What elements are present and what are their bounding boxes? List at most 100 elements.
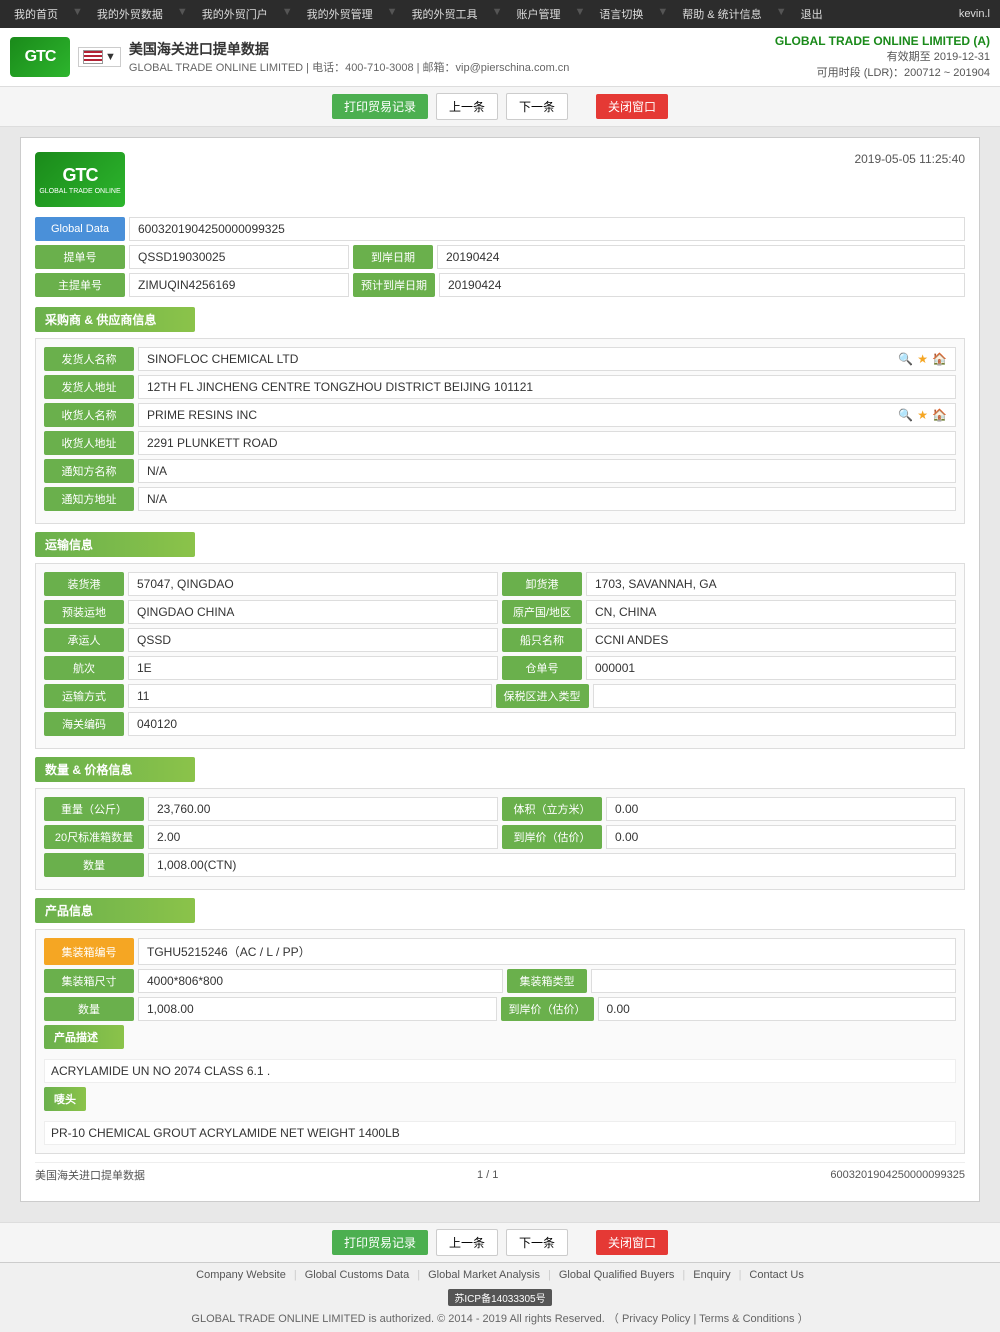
voyage-value: 1E [128,656,498,680]
consignee-addr-value: 2291 PLUNKETT ROAD [138,431,956,455]
bol-value: 000001 [586,656,956,680]
ports-row: 装货港 57047, QINGDAO 卸货港 1703, SAVANNAH, G… [44,572,956,596]
master-bill-value: ZIMUQIN4256169 [129,273,349,297]
top-nav: 我的首页 ▼ 我的外贸数据 ▼ 我的外贸门户 ▼ 我的外贸管理 ▼ 我的外贸工具… [0,0,1000,28]
nav-my-portal[interactable]: 我的外贸门户 [198,6,272,22]
product-block: 集装箱编号 TGHU5215246（AC / L / PP） 集装箱尺寸 400… [35,929,965,1154]
footer-link-company[interactable]: Company Website [196,1269,286,1281]
doc-logo-sub: GLOBAL TRADE ONLINE [39,188,120,195]
arrival-price-value: 0.00 [606,825,956,849]
consignee-name-row: 收货人名称 PRIME RESINS INC 🔍 ★ 🏠 [44,403,956,427]
shipper-star-icon[interactable]: ★ [917,352,928,366]
buyer-supplier-title: 采购商 & 供应商信息 [35,307,195,332]
nav-home[interactable]: 我的首页 [10,6,62,22]
footer-links: Company Website | Global Customs Data | … [10,1269,990,1281]
expiry-info: 有效期至 2019-12-31 [775,48,990,64]
bonded-value [593,684,957,708]
page-indicator: 1 / 1 [477,1169,498,1181]
twenty-ft-row: 20尺标准箱数量 2.00 到岸价（估价） 0.00 [44,825,956,849]
load-place-value: QINGDAO CHINA [128,600,498,624]
nav-help[interactable]: 帮助 & 统计信息 [678,6,765,22]
shipper-addr-value: 12TH FL JINCHENG CENTRE TONGZHOU DISTRIC… [138,375,956,399]
load-place-label: 预装运地 [44,600,124,624]
quantity-price-block: 重量（公斤） 23,760.00 体积（立方米） 0.00 20尺标准箱数量 2… [35,788,965,890]
footer-link-buyers[interactable]: Global Qualified Buyers [559,1269,675,1281]
doc-header: GTC GLOBAL TRADE ONLINE 2019-05-05 11:25… [35,152,965,207]
footer-link-market[interactable]: Global Market Analysis [428,1269,540,1281]
bill-no-label: 提单号 [35,245,125,269]
footer-icp: 苏ICP备14033305号 [10,1285,990,1306]
container-size-value: 4000*806*800 [138,969,503,993]
product-section: 产品信息 集装箱编号 TGHU5215246（AC / L / PP） 集装箱尺… [35,898,965,1154]
container-type-value [591,969,956,993]
shipper-home-icon[interactable]: 🏠 [932,352,947,366]
nav-account[interactable]: 账户管理 [512,6,564,22]
consignee-icons: 🔍 ★ 🏠 [898,408,947,422]
transport-block: 装货港 57047, QINGDAO 卸货港 1703, SAVANNAH, G… [35,563,965,749]
voyage-row: 航次 1E 仓单号 000001 [44,656,956,680]
bottom-toolbar: 打印贸易记录 上一条 下一条 关闭窗口 [0,1222,1000,1262]
vessel-label: 船只名称 [502,628,582,652]
load-port-label: 装货港 [44,572,124,596]
flag-selector[interactable]: ▼ [78,47,121,67]
us-flag-icon [83,50,103,64]
page-footer: Company Website | Global Customs Data | … [0,1262,1000,1332]
weight-value: 23,760.00 [148,797,498,821]
prod-quantity-value: 1,008.00 [138,997,497,1021]
customs-code-value: 040120 [128,712,956,736]
footer-link-customs[interactable]: Global Customs Data [305,1269,410,1281]
notify-addr-row: 通知方地址 N/A [44,487,956,511]
bottom-close-button[interactable]: 关闭窗口 [596,1230,668,1255]
logo: GTC [10,37,70,77]
global-data-value: 6003201904250000099325 [129,217,965,241]
top-toolbar: 打印贸易记录 上一条 下一条 关闭窗口 [0,87,1000,127]
top-nav-user: kevin.l [959,8,990,20]
print-button[interactable]: 打印贸易记录 [332,94,428,119]
prod-arrival-price-value: 0.00 [598,997,957,1021]
consignee-name-label: 收货人名称 [44,403,134,427]
carrier-label: 承运人 [44,628,124,652]
vessel-value: CCNI ANDES [586,628,956,652]
next-button[interactable]: 下一条 [506,93,568,120]
footer-link-contact[interactable]: Contact Us [749,1269,803,1281]
doc-logo: GTC GLOBAL TRADE ONLINE [35,152,125,207]
quantity-label: 数量 [44,853,144,877]
prev-button[interactable]: 上一条 [436,93,498,120]
bottom-bar-left: 美国海关进口提单数据 [35,1167,145,1183]
nav-my-data[interactable]: 我的外贸数据 [93,6,167,22]
volume-value: 0.00 [606,797,956,821]
consignee-star-icon[interactable]: ★ [917,408,928,422]
discharge-port-value: 1703, SAVANNAH, GA [586,572,956,596]
buyer-supplier-section: 采购商 & 供应商信息 发货人名称 SINOFLOC CHEMICAL LTD … [35,307,965,524]
consignee-home-icon[interactable]: 🏠 [932,408,947,422]
buyer-supplier-block: 发货人名称 SINOFLOC CHEMICAL LTD 🔍 ★ 🏠 发货人地址 … [35,338,965,524]
container-no-value: TGHU5215246（AC / L / PP） [138,938,956,965]
footer-link-enquiry[interactable]: Enquiry [693,1269,730,1281]
nav-my-mgmt[interactable]: 我的外贸管理 [303,6,377,22]
container-size-row: 集装箱尺寸 4000*806*800 集装箱类型 [44,969,956,993]
bottom-prev-button[interactable]: 上一条 [436,1229,498,1256]
nav-my-tools[interactable]: 我的外贸工具 [408,6,482,22]
consignee-addr-label: 收货人地址 [44,431,134,455]
bottom-next-button[interactable]: 下一条 [506,1229,568,1256]
bottom-bar-right: 6003201904250000099325 [830,1169,965,1181]
discharge-port-label: 卸货港 [502,572,582,596]
page-header: GTC ▼ 美国海关进口提单数据 GLOBAL TRADE ONLINE LIM… [0,28,1000,87]
nav-logout[interactable]: 退出 [797,6,827,22]
bottom-print-button[interactable]: 打印贸易记录 [332,1230,428,1255]
close-button[interactable]: 关闭窗口 [596,94,668,119]
transport-title: 运输信息 [35,532,195,557]
shipper-name-label: 发货人名称 [44,347,134,371]
shipper-search-icon[interactable]: 🔍 [898,352,913,366]
nav-lang[interactable]: 语言切换 [595,6,647,22]
product-desc-value: ACRYLAMIDE UN NO 2074 CLASS 6.1 . [44,1059,956,1083]
quantity-value: 1,008.00(CTN) [148,853,956,877]
shipper-addr-row: 发货人地址 12TH FL JINCHENG CENTRE TONGZHOU D… [44,375,956,399]
consignee-search-icon[interactable]: 🔍 [898,408,913,422]
load-place-row: 预装运地 QINGDAO CHINA 原产国/地区 CN, CHINA [44,600,956,624]
notify-name-label: 通知方名称 [44,459,134,483]
global-data-label: Global Data [35,217,125,241]
carrier-value: QSSD [128,628,498,652]
marks-label: 唛头 [44,1087,86,1111]
global-data-row: Global Data 6003201904250000099325 [35,217,965,241]
